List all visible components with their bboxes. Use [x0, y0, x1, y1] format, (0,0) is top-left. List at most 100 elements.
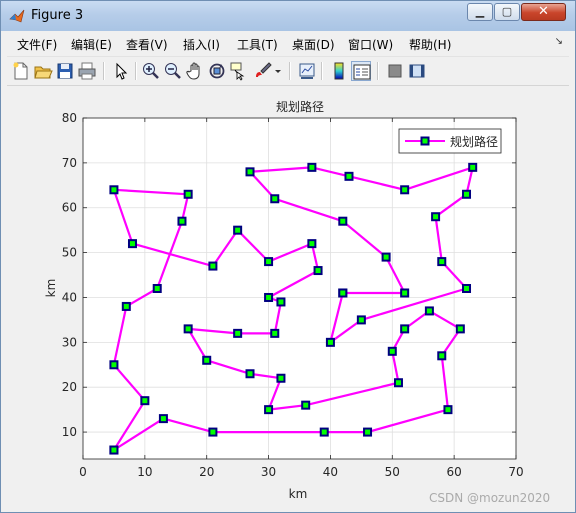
y-tick-label: 10 — [62, 425, 77, 439]
city-marker — [338, 288, 348, 298]
city-marker — [233, 225, 243, 235]
city-marker — [276, 297, 286, 307]
city-marker — [233, 328, 243, 338]
city-marker — [301, 400, 311, 410]
city-marker — [338, 216, 348, 226]
legend[interactable]: 规划路径 — [398, 128, 502, 154]
city-marker — [264, 257, 274, 267]
city-marker — [208, 427, 218, 437]
legend-marker-swatch — [420, 136, 430, 146]
legend-label: 规划路径 — [450, 134, 498, 149]
plot-axes[interactable]: 0 10 20 30 40 50 60 701020304050607080 规划路径 km … — [7, 86, 569, 508]
city-marker — [109, 445, 119, 455]
city-marker — [468, 162, 478, 172]
city-marker — [313, 266, 323, 276]
city-marker — [344, 171, 354, 181]
figure-window: Figure 3 ▁ ▢ ✕ 文件(F) 编辑(E) 查看(V) 插入(I) 工… — [0, 0, 576, 513]
city-marker — [437, 257, 447, 267]
figure-canvas: 0 10 20 30 40 50 60 70 10 20 30 40 50 60 70 80 规划路径 km … — [7, 86, 569, 508]
city-marker — [431, 212, 441, 222]
city-marker — [455, 324, 465, 334]
menu-file[interactable]: 文件(F) — [17, 36, 57, 53]
city-marker — [400, 288, 410, 298]
pan-hand-icon[interactable] — [185, 61, 205, 81]
x-axis-label: km — [289, 487, 308, 501]
rotate-3d-icon[interactable] — [207, 61, 227, 81]
city-marker — [140, 396, 150, 406]
menu-dock-arrow-icon[interactable]: ↘ — [555, 36, 563, 47]
city-marker — [387, 346, 397, 356]
menu-desktop[interactable]: 桌面(D) — [292, 36, 335, 53]
matlab-logo-icon — [9, 9, 25, 23]
print-icon[interactable] — [77, 61, 97, 81]
hide-plot-tools-icon[interactable] — [385, 61, 405, 81]
menu-help[interactable]: 帮助(H) — [409, 36, 451, 53]
city-marker — [424, 306, 434, 316]
city-marker — [393, 378, 403, 388]
legend-icon[interactable] — [351, 61, 371, 81]
maximize-button[interactable]: ▢ — [494, 3, 520, 21]
toolbar-separator — [135, 62, 137, 80]
brush-dropdown-icon[interactable] — [273, 61, 283, 81]
x-tick-label: 40 — [323, 465, 338, 479]
city-marker — [245, 369, 255, 379]
toolbar-separator — [377, 62, 379, 80]
save-icon[interactable] — [55, 61, 75, 81]
title-bar[interactable]: Figure 3 ▁ ▢ ✕ — [1, 1, 575, 31]
toolbar-separator — [321, 62, 323, 80]
y-tick-label: 30 — [62, 335, 77, 349]
x-tick-label: 0 — [79, 465, 87, 479]
city-marker — [109, 360, 119, 370]
colorbar-icon[interactable] — [329, 61, 349, 81]
city-marker — [152, 284, 162, 293]
city-marker — [183, 189, 193, 199]
city-marker — [177, 216, 187, 226]
city-marker — [264, 405, 274, 415]
brush-icon[interactable] — [253, 61, 273, 81]
y-tick-label: 60 — [62, 201, 77, 215]
minimize-button[interactable]: ▁ — [467, 3, 493, 21]
x-tick-label: 70 — [508, 465, 523, 479]
show-plot-tools-icon[interactable] — [407, 61, 427, 81]
city-marker — [109, 185, 119, 195]
zoom-in-icon[interactable] — [141, 61, 161, 81]
menu-bar: 文件(F) 编辑(E) 查看(V) 插入(I) 工具(T) 桌面(D) 窗口(W… — [7, 32, 569, 54]
link-plot-icon[interactable] — [297, 61, 317, 81]
city-marker — [270, 328, 280, 338]
menu-view[interactable]: 查看(V) — [126, 36, 168, 53]
data-cursor-icon[interactable] — [229, 61, 249, 81]
chart-title: 规划路径 — [276, 99, 324, 114]
y-tick-label: 80 — [62, 111, 77, 125]
x-tick-label: 50 — [385, 465, 400, 479]
city-marker — [208, 261, 218, 271]
menu-insert[interactable]: 插入(I) — [183, 36, 220, 53]
y-tick-label: 20 — [62, 380, 77, 394]
zoom-out-icon[interactable] — [163, 61, 183, 81]
city-marker — [462, 189, 472, 199]
maximize-icon: ▢ — [501, 5, 513, 18]
city-marker — [443, 405, 453, 415]
menu-edit[interactable]: 编辑(E) — [71, 36, 112, 53]
close-button[interactable]: ✕ — [521, 3, 566, 21]
city-marker — [325, 337, 335, 347]
city-marker — [270, 194, 280, 204]
figure-toolbar — [7, 56, 569, 86]
menu-tools[interactable]: 工具(T) — [237, 36, 278, 53]
city-marker — [319, 427, 329, 437]
window-title: Figure 3 — [31, 8, 84, 23]
x-tick-label: 20 — [199, 465, 214, 479]
x-tick-label: 60 — [447, 465, 462, 479]
toolbar-separator — [289, 62, 291, 80]
new-figure-icon[interactable] — [11, 61, 31, 81]
city-marker — [202, 355, 212, 365]
pointer-icon[interactable] — [111, 61, 131, 81]
watermark-text: CSDN @mozun2020 — [429, 491, 551, 505]
open-file-icon[interactable] — [33, 61, 53, 81]
city-marker — [363, 427, 373, 437]
city-marker — [121, 301, 131, 311]
menu-window[interactable]: 窗口(W) — [348, 36, 393, 53]
city-marker — [264, 292, 274, 302]
city-marker — [356, 315, 366, 325]
y-tick-label: 40 — [62, 290, 77, 304]
city-marker — [245, 167, 255, 177]
